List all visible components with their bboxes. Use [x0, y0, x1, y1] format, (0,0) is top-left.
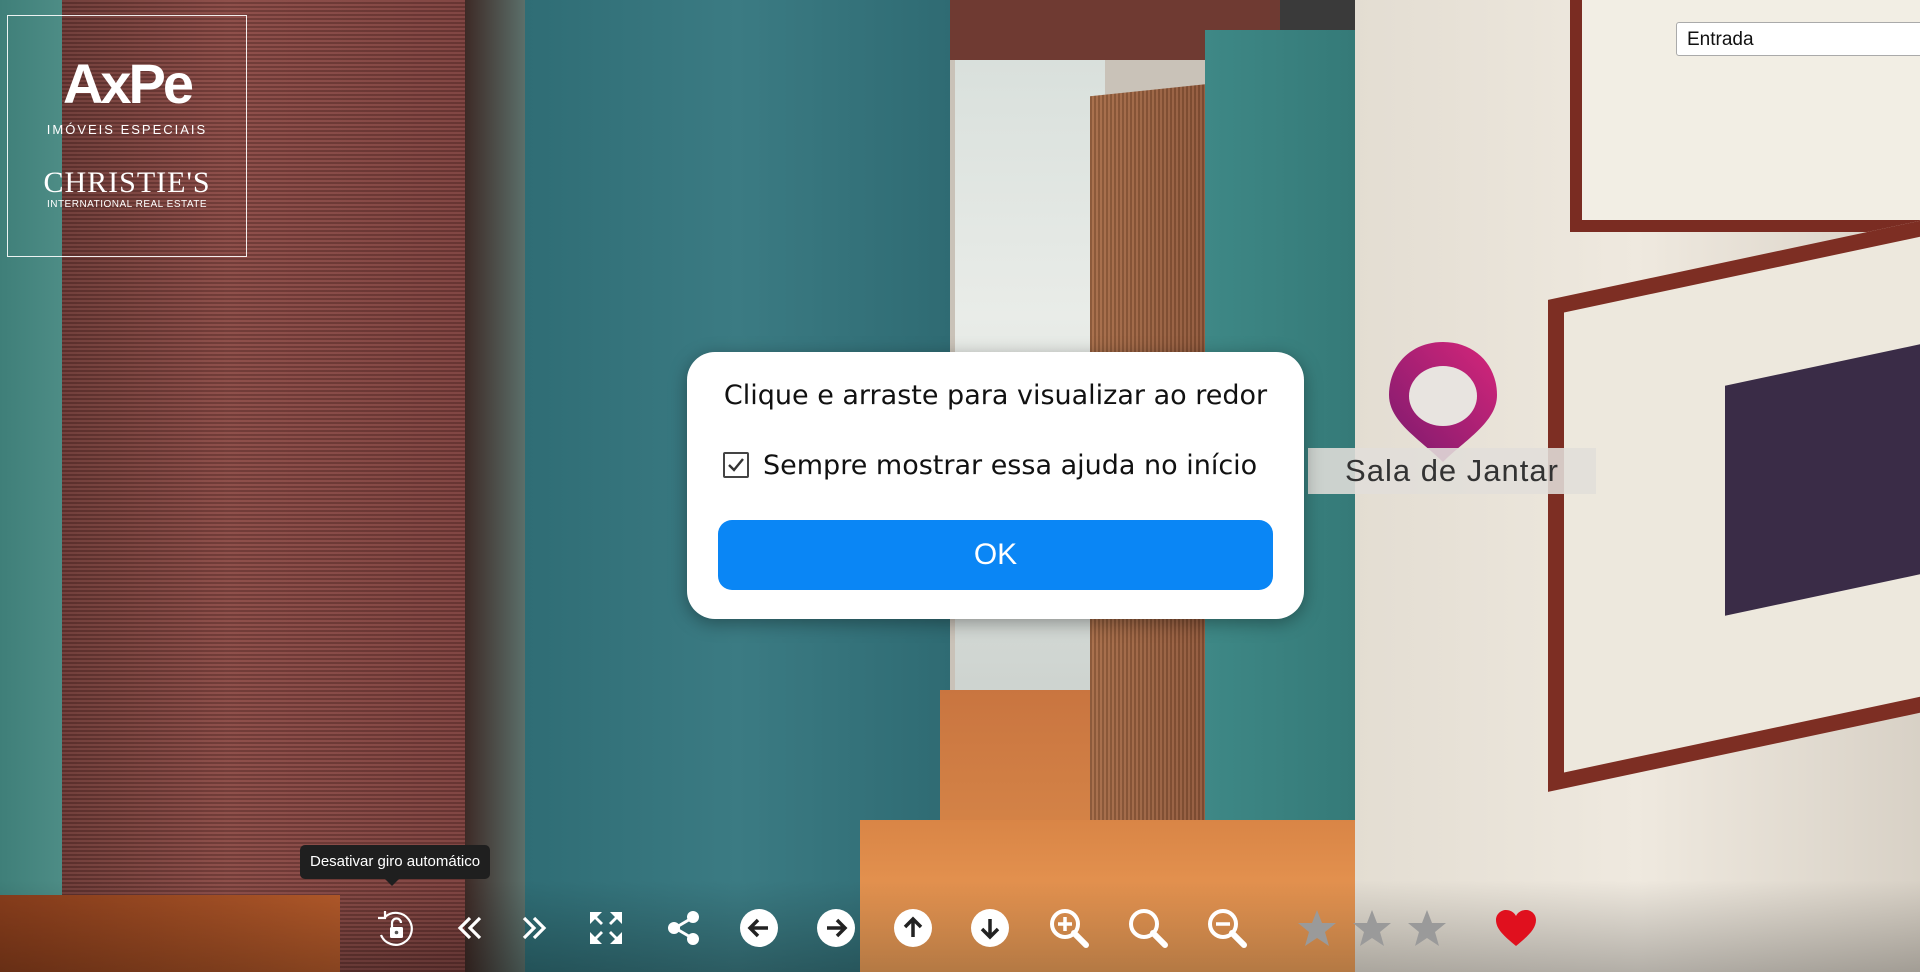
pan-right-icon[interactable] — [812, 900, 860, 956]
heart-icon[interactable] — [1492, 900, 1540, 956]
artwork — [1725, 344, 1920, 616]
panel-edge — [465, 0, 525, 972]
autorotate-tooltip: Desativar giro automático — [300, 845, 491, 879]
fullscreen-icon[interactable] — [582, 900, 630, 956]
logo-subtitle: IMÓVEIS ESPECIAIS — [46, 122, 208, 137]
show-help-label: Sempre mostrar essa ajuda no início — [763, 449, 1258, 481]
zoom-icon[interactable] — [1124, 900, 1172, 956]
zoom-out-icon[interactable] — [1203, 900, 1251, 956]
share-icon[interactable] — [659, 900, 707, 956]
scene-select[interactable]: Entrada — [1676, 22, 1920, 56]
logo-brand: AxPe — [62, 52, 194, 115]
show-help-option[interactable]: Sempre mostrar essa ajuda no início — [723, 445, 1257, 485]
previous-scene-icon[interactable] — [446, 900, 494, 956]
hotspot-label: Sala de Jantar — [1308, 448, 1596, 494]
pan-up-icon[interactable] — [889, 900, 937, 956]
pan-down-icon[interactable] — [966, 900, 1014, 956]
map-pin-icon — [1389, 342, 1497, 462]
show-help-checkbox[interactable] — [723, 452, 749, 478]
help-dialog: Clique e arraste para visualizar ao redo… — [687, 352, 1304, 619]
next-scene-icon[interactable] — [510, 900, 558, 956]
tooltip-arrow — [385, 879, 399, 886]
help-message: Clique e arraste para visualizar ao redo… — [723, 380, 1268, 411]
autorotate-lock-icon[interactable] — [372, 900, 420, 956]
logo-partner-subtitle: INTERNATIONAL REAL ESTATE — [46, 199, 208, 210]
hotspot-sala-de-jantar[interactable]: Sala de Jantar — [1308, 340, 1600, 500]
star-icon[interactable] — [1293, 900, 1341, 956]
star-icon[interactable] — [1348, 900, 1396, 956]
zoom-in-icon[interactable] — [1045, 900, 1093, 956]
star-icon[interactable] — [1403, 900, 1451, 956]
logo-partner: CHRISTIE'S — [43, 166, 211, 199]
pan-left-icon[interactable] — [735, 900, 783, 956]
checkmark-icon — [728, 458, 744, 472]
company-logo[interactable]: AxPe IMÓVEIS ESPECIAIS CHRISTIE'S INTERN… — [7, 15, 247, 257]
ok-button[interactable]: OK — [718, 520, 1273, 590]
viewer-toolbar — [0, 900, 1920, 960]
